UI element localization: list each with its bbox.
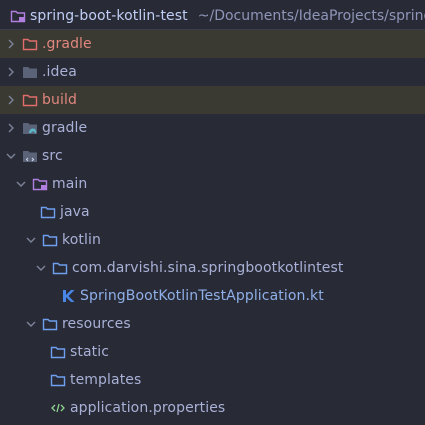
tree-item-kotlin-file[interactable]: SpringBootKotlinTestApplication.kt <box>0 282 425 310</box>
chevron-right-icon[interactable] <box>4 86 18 114</box>
tree-item-java[interactable]: java <box>0 198 425 226</box>
kotlin-file-icon <box>60 288 76 304</box>
chevron-right-icon[interactable] <box>4 58 18 86</box>
folder-source-icon <box>42 232 58 248</box>
chevron-right-icon[interactable] <box>4 114 18 142</box>
tree-item-templates[interactable]: templates <box>0 366 425 394</box>
tree-item-package[interactable]: com.darvishi.sina.springbootkotlintest <box>0 254 425 282</box>
tree-item-label: SpringBootKotlinTestApplication.kt <box>80 288 324 304</box>
chevron-down-icon[interactable] <box>4 142 18 170</box>
project-tree: spring-boot-kotlin-test ~/Documents/Idea… <box>0 0 425 425</box>
chevron-down-icon[interactable] <box>34 254 48 282</box>
folder-source-icon <box>50 372 66 388</box>
tree-item-label: gradle <box>42 120 88 136</box>
tree-item-src[interactable]: src <box>0 142 425 170</box>
chevron-right-icon[interactable] <box>4 30 18 58</box>
project-path: ~/Documents/IdeaProjects/spring <box>197 7 425 24</box>
tree-item-label: java <box>60 204 90 220</box>
folder-gradle-icon <box>22 120 38 136</box>
tree-item-label: static <box>70 344 110 360</box>
tree-item-label: build <box>42 92 77 108</box>
properties-file-icon <box>50 400 66 416</box>
tree-item-resources[interactable]: resources <box>0 310 425 338</box>
chevron-down-icon[interactable] <box>24 226 38 254</box>
chevron-down-icon[interactable] <box>14 170 28 198</box>
tree-item-label: src <box>42 148 63 164</box>
tree-item-build[interactable]: build <box>0 86 425 114</box>
folder-excluded-icon <box>22 92 38 108</box>
chevron-down-icon[interactable] <box>24 310 38 338</box>
tree-item-label: .idea <box>42 64 77 80</box>
package-icon <box>52 260 68 276</box>
tree-item-idea[interactable]: .idea <box>0 58 425 86</box>
tree-item-label: resources <box>62 316 131 332</box>
tree-item-label: kotlin <box>62 232 101 248</box>
folder-icon <box>22 64 38 80</box>
folder-src-icon <box>22 148 38 164</box>
module-folder-icon <box>10 8 26 24</box>
folder-resources-icon <box>42 316 58 332</box>
tree-item-label: application.properties <box>70 400 226 416</box>
tree-item-application-properties[interactable]: application.properties <box>0 394 425 422</box>
tree-item-gradle-cache[interactable]: .gradle <box>0 30 425 58</box>
tree-item-label: com.darvishi.sina.springbootkotlintest <box>72 260 344 276</box>
tree-item-gradle[interactable]: gradle <box>0 114 425 142</box>
project-name: spring-boot-kotlin-test <box>30 7 188 24</box>
folder-source-icon <box>50 344 66 360</box>
folder-module-icon <box>32 176 48 192</box>
folder-excluded-icon <box>22 36 38 52</box>
tree-item-label: .gradle <box>42 36 92 52</box>
folder-source-icon <box>40 204 56 220</box>
tree-item-main[interactable]: main <box>0 170 425 198</box>
tree-item-static[interactable]: static <box>0 338 425 366</box>
tree-item-label: templates <box>70 372 142 388</box>
project-root-row[interactable]: spring-boot-kotlin-test ~/Documents/Idea… <box>0 2 425 30</box>
tree-item-kotlin[interactable]: kotlin <box>0 226 425 254</box>
tree-item-label: main <box>52 176 88 192</box>
